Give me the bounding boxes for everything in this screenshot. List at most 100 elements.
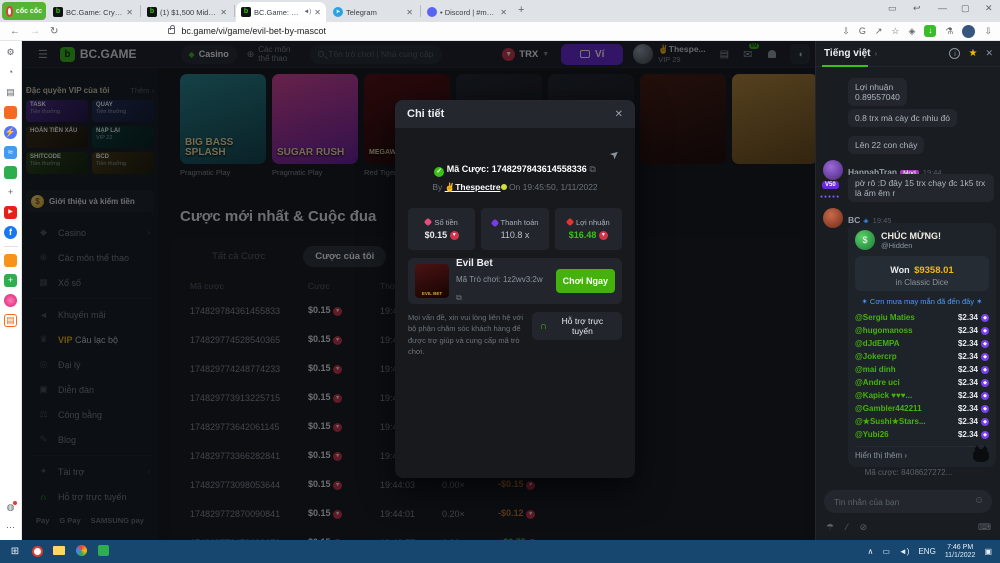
tab-close-icon[interactable]: ✕	[500, 8, 507, 17]
adblock-shield-icon[interactable]: ◈	[908, 26, 915, 37]
tab-close-icon[interactable]: ✕	[314, 8, 321, 17]
downloads-icon[interactable]: ⇩	[984, 26, 992, 37]
new-tab-button[interactable]: +	[518, 4, 524, 16]
more-dots-icon[interactable]: ⋯	[4, 521, 17, 534]
tab-mascot[interactable]: b (1) $1,500 Midweek Mascot ✕	[142, 2, 232, 22]
game-name: Evil Bet	[456, 258, 549, 269]
taskbar-app-coccoc[interactable]	[26, 546, 48, 558]
commands-icon[interactable]: ⁄	[846, 522, 848, 533]
won-amount: $9358.01	[914, 265, 954, 276]
taskbar-app-explorer[interactable]	[48, 546, 70, 558]
reading-list-icon[interactable]: ▤	[4, 86, 17, 99]
chat-language-tab[interactable]: Tiếng việt	[824, 48, 871, 59]
play-now-button[interactable]: Chơi Ngay	[556, 269, 615, 293]
bet-stats-row: Số tiền $0.15 ▼ Thanh toán 110.8 x Lợi n…	[408, 208, 622, 250]
shop-icon[interactable]	[4, 254, 17, 267]
flower-icon[interactable]	[4, 294, 17, 307]
translate-icon[interactable]: G	[859, 26, 866, 36]
keyboard-icon[interactable]: ⌨	[978, 522, 991, 533]
reload-icon[interactable]: ↻	[50, 26, 58, 37]
copy-icon[interactable]: ⧉	[589, 164, 595, 174]
action-center-icon[interactable]: ▣	[984, 547, 992, 556]
evil-bet-thumbnail[interactable]: EVIL BET	[415, 264, 449, 298]
sync-arrow-icon[interactable]: ↩	[913, 3, 921, 14]
winner-row[interactable]: @Sergiu Maties$2.34◆	[855, 311, 989, 324]
show-more-link[interactable]: Hiển thị thêm ›	[855, 446, 989, 460]
facebook-icon[interactable]: f	[4, 226, 17, 239]
add-shortcut-icon[interactable]: +	[4, 186, 17, 199]
weather-icon[interactable]: ≈	[4, 146, 17, 159]
minimize-button[interactable]: —	[938, 3, 947, 13]
gift-icon[interactable]: +	[4, 274, 17, 287]
winner-row[interactable]: @Gambler442211$2.34◆	[855, 402, 989, 415]
youtube-icon[interactable]: ▶	[4, 206, 17, 219]
games-icon[interactable]	[4, 166, 17, 179]
volume-icon[interactable]: ◄)	[899, 547, 910, 556]
tab-telegram[interactable]: ➤ Telegram ✕	[328, 2, 418, 22]
share-arrow-icon[interactable]: ➤	[607, 147, 622, 163]
network-icon[interactable]: ▭	[882, 547, 890, 556]
lock-icon[interactable]	[168, 28, 175, 34]
bookmark-star-icon[interactable]: ☆	[891, 26, 899, 37]
share-icon[interactable]: ↗	[875, 26, 883, 37]
taskbar-app-browser[interactable]	[70, 545, 92, 559]
language-indicator[interactable]: ENG	[918, 547, 935, 556]
tab-bcgame-active[interactable]: b BC.Game: Crypto Casino ◄) ✕	[236, 2, 326, 22]
taskbar-clock[interactable]: 7:46 PM 11/1/2022	[945, 544, 976, 560]
rain-feature-icon[interactable]: ☂	[826, 522, 834, 533]
chat-message: Lên 22 con cháy	[848, 136, 924, 154]
bc-avatar[interactable]	[823, 208, 843, 228]
extension-icon[interactable]: ⚗	[945, 26, 953, 37]
support-note: Mọi vấn đề, xin vui lòng liên hệ với bộ …	[408, 312, 524, 357]
hidden-user: @Hidden	[881, 241, 941, 250]
chat-input[interactable]	[824, 490, 992, 513]
tab-bcgame-1[interactable]: b BC.Game: Crypto Casino Gar ✕	[48, 2, 138, 22]
downloader-icon[interactable]: ↓	[924, 25, 936, 37]
close-window-button[interactable]: ✕	[985, 3, 993, 14]
tab-close-icon[interactable]: ✕	[126, 8, 133, 17]
chat-bet-code[interactable]: Mã cược: 8408627272...	[816, 468, 1000, 477]
coccoc-menu-button[interactable]: cốc cốc	[2, 2, 46, 20]
cart-icon[interactable]: ▤	[4, 314, 17, 327]
forward-icon[interactable]: →	[30, 26, 40, 37]
maximize-button[interactable]: ▢	[961, 3, 970, 14]
back-icon[interactable]: ←	[10, 26, 20, 37]
address-bar[interactable]: bc.game/vi/game/evil-bet-by-mascot	[181, 26, 326, 36]
winner-row[interactable]: @★Sushi★Stars...$2.34◆	[855, 415, 989, 428]
user-avatar[interactable]	[823, 160, 843, 180]
tab-close-icon[interactable]: ✕	[220, 8, 227, 17]
emoji-icon[interactable]: ☺	[974, 495, 984, 506]
winner-row[interactable]: @Andre uci$2.34◆	[855, 376, 989, 389]
winner-row[interactable]: @Kapick ♥♥♥...$2.34◆	[855, 389, 989, 402]
winner-row[interactable]: @dJdEMPA$2.34◆	[855, 337, 989, 350]
profile-avatar[interactable]	[962, 25, 975, 38]
trophy-icon[interactable]: ★	[968, 48, 977, 59]
history-icon[interactable]: ◔	[4, 66, 17, 79]
close-chat-icon[interactable]: ✕	[985, 48, 993, 59]
live-support-button[interactable]: ∩ Hỗ trợ trực tuyến	[532, 312, 622, 340]
info-icon[interactable]: i	[949, 48, 960, 59]
modal-close-icon[interactable]: ✕	[615, 109, 623, 120]
cast-icon[interactable]: ▭	[888, 3, 897, 14]
rules-icon[interactable]: ⊘	[860, 522, 868, 533]
winner-row[interactable]: @mai dinh$2.34◆	[855, 363, 989, 376]
copy-icon[interactable]: ⧉	[456, 293, 462, 302]
winner-row[interactable]: @Yubi26$2.34◆	[855, 428, 989, 441]
bcgame-favicon: b	[147, 7, 157, 17]
winner-row[interactable]: @hugomanoss$2.34◆	[855, 324, 989, 337]
tray-chevron-icon[interactable]: ∧	[867, 547, 873, 556]
taskbar-app-green[interactable]	[92, 545, 114, 559]
profit-icon	[566, 218, 574, 226]
tab-discord[interactable]: • Discord | #mod-announc ✕	[422, 2, 512, 22]
tab-audio-icon[interactable]: ◄)	[303, 9, 311, 15]
settings-gear-icon[interactable]: ⚙	[4, 46, 17, 59]
start-button[interactable]: ⊞	[4, 546, 26, 557]
notification-bell-icon[interactable]: ◍	[4, 501, 17, 514]
hot-news-icon[interactable]	[4, 106, 17, 119]
congrats-title: CHÚC MỪNG!	[881, 231, 941, 241]
messenger-icon[interactable]: ⚡	[4, 126, 17, 139]
winner-row[interactable]: @Jokercrp$2.34◆	[855, 350, 989, 363]
player-name[interactable]: ✌Thespectre	[445, 182, 501, 192]
tab-close-icon[interactable]: ✕	[406, 8, 413, 17]
download-tray-icon[interactable]: ⇩	[842, 26, 850, 37]
